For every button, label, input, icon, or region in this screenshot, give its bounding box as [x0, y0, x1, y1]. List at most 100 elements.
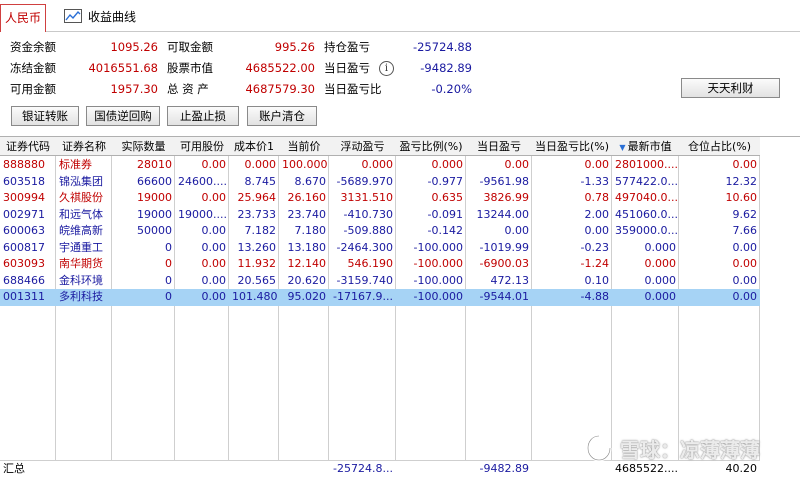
header-pl-ratio[interactable]: 盈亏比例(%): [396, 137, 466, 156]
cell-float-pl: 546.190: [347, 257, 394, 270]
header-position-ratio[interactable]: 仓位占比(%): [679, 137, 760, 156]
cell-pl-ratio: 0.000: [431, 158, 464, 171]
snowball-logo-icon: [586, 434, 612, 462]
header-name[interactable]: 证券名称: [56, 137, 112, 156]
position-pl-value: -25724.88: [412, 40, 472, 54]
table-row[interactable]: 688466 金科环境 0 0.00 20.565 20.620 -3159.740 -100…: [0, 273, 760, 290]
cell-day-pl: 0.00: [504, 158, 530, 171]
cell-pos: 0.00: [732, 240, 758, 254]
cell-day-pl: -9544.01: [479, 290, 529, 303]
daily-pl-value: -9482.89: [420, 61, 472, 75]
table-row[interactable]: 888880 标准券 28010 0.00 0.000 100.000 0.000 0.000…: [0, 157, 760, 174]
available-value: 1957.30: [110, 82, 158, 96]
positions-table: 证券代码 证券名称 实际数量 可用股份 成本价1 当前价 浮动盈亏 盈亏比例(%…: [0, 136, 800, 477]
header-code[interactable]: 证券代码: [0, 137, 56, 156]
header-day-ratio[interactable]: 当日盈亏比(%): [532, 137, 612, 156]
cell-price: 12.140: [287, 257, 327, 270]
cell-day-pl: 3826.99: [483, 191, 530, 204]
table-row[interactable]: 002971 和远气体 19000 19000.... 23.733 23.740 -410…: [0, 207, 760, 224]
cell-name: 锦泓集团: [59, 174, 103, 188]
cell-avail: 24600....: [178, 174, 227, 188]
cell-day-ratio: 0.10: [584, 273, 610, 287]
cell-name: 多利科技: [59, 290, 103, 303]
cell-code: 603518: [3, 174, 45, 188]
cell-pos: 10.60: [725, 191, 758, 204]
cell-pl-ratio: -100.000: [413, 290, 463, 303]
cell-price: 23.740: [287, 207, 327, 221]
total-float-pl: -25724.8...: [333, 462, 393, 475]
header-market-value-label: 最新市值: [627, 140, 672, 153]
header-price[interactable]: 当前价: [279, 137, 329, 156]
total-assets-label: 总 资 产: [167, 82, 209, 96]
clear-account-button[interactable]: 账户清仓: [247, 106, 317, 126]
total-label: 汇总: [3, 462, 25, 475]
header-market-value[interactable]: ▼ 最新市值: [612, 137, 679, 156]
cell-avail: 0.00: [201, 224, 227, 237]
watermark-text: 雪球：凉薄薄薄: [620, 437, 760, 462]
cell-day-ratio: 0.00: [584, 224, 610, 237]
cell-day-ratio: -0.23: [580, 240, 609, 254]
cell-cost: 11.932: [237, 257, 277, 270]
bank-transfer-button[interactable]: 银证转账: [11, 106, 79, 126]
info-icon[interactable]: i: [379, 61, 394, 76]
available-label: 可用金额: [10, 82, 56, 96]
table-row[interactable]: 300994 久祺股份 19000 0.00 25.964 26.160 3131.510 0…: [0, 190, 760, 207]
withdrawable-value: 995.26: [274, 40, 315, 54]
cell-code: 600817: [3, 240, 45, 254]
tab-rmb[interactable]: 人民币: [0, 4, 46, 32]
cell-pos: 0.00: [732, 290, 758, 303]
cell-day-pl: -1019.99: [479, 240, 529, 254]
header-float-pl[interactable]: 浮动盈亏: [329, 137, 396, 156]
cell-float-pl: -5689.970: [336, 174, 393, 188]
stock-value-label: 股票市值: [167, 61, 213, 75]
table-row[interactable]: 001311 多利科技 0 0.00 101.480 95.020 -17167.9... -…: [0, 289, 760, 306]
cell-mkt: 359000.0...: [615, 224, 678, 237]
fund-balance-label: 资金余额: [10, 40, 56, 54]
cell-avail: 0.00: [201, 191, 227, 204]
cell-day-pl: 472.13: [490, 273, 530, 287]
cell-pl-ratio: -0.091: [427, 207, 463, 221]
cell-day-pl: -9561.98: [479, 174, 529, 188]
cell-code: 002971: [3, 207, 45, 221]
cell-float-pl: -17167.9...: [333, 290, 393, 303]
table-row[interactable]: 600817 宇通重工 0 0.00 13.260 13.180 -2464.300 -100…: [0, 240, 760, 257]
cell-mkt: 2801000....: [615, 158, 678, 171]
cell-cost: 8.745: [244, 174, 277, 188]
cell-cost: 23.733: [237, 207, 277, 221]
table-row[interactable]: 600063 皖维高新 50000 0.00 7.182 7.180 -509.880 -0.…: [0, 223, 760, 240]
cell-cost: 25.964: [237, 191, 277, 204]
cell-float-pl: -2464.300: [336, 240, 393, 254]
ttlc-button[interactable]: 天天利财: [681, 78, 780, 98]
stop-profit-loss-button[interactable]: 止盈止损: [167, 106, 239, 126]
watermark: 雪球：凉薄薄薄: [584, 432, 760, 464]
cell-mkt: 497040.0...: [615, 191, 678, 204]
header-day-pl[interactable]: 当日盈亏: [466, 137, 532, 156]
frozen-value: 4016551.68: [88, 61, 158, 75]
cell-name: 久祺股份: [59, 191, 103, 204]
tab-profit-curve[interactable]: 收益曲线: [64, 6, 136, 26]
cell-float-pl: -410.730: [343, 207, 393, 221]
cell-avail: 19000....: [178, 207, 227, 221]
cell-day-ratio: -4.88: [580, 290, 609, 303]
total-day-pl: -9482.89: [479, 462, 529, 475]
withdrawable-label: 可取金额: [167, 40, 213, 54]
cell-code: 300994: [3, 191, 45, 204]
table-row[interactable]: 603518 锦泓集团 66600 24600.... 8.745 8.670 -5689.…: [0, 174, 760, 191]
header-qty[interactable]: 实际数量: [112, 137, 175, 156]
cell-qty: 0: [165, 257, 172, 270]
cell-cost: 0.000: [244, 158, 277, 171]
table-row[interactable]: 603093 南华期货 0 0.00 11.932 12.140 546.190 -100.0…: [0, 256, 760, 273]
header-avail[interactable]: 可用股份: [175, 137, 229, 156]
cell-day-ratio: 2.00: [584, 207, 610, 221]
reverse-repo-button[interactable]: 国债逆回购: [86, 106, 160, 126]
cell-cost: 20.565: [237, 273, 277, 287]
cell-avail: 0.00: [201, 158, 227, 171]
cell-mkt: 0.000: [644, 273, 677, 287]
cell-pl-ratio: -0.142: [427, 224, 463, 237]
cell-mkt: 451060.0...: [615, 207, 678, 221]
cell-qty: 50000: [137, 224, 172, 237]
cell-day-pl: -6900.03: [479, 257, 529, 270]
fund-balance-value: 1095.26: [110, 40, 158, 54]
cell-code: 603093: [3, 257, 45, 270]
header-cost[interactable]: 成本价1: [229, 137, 279, 156]
